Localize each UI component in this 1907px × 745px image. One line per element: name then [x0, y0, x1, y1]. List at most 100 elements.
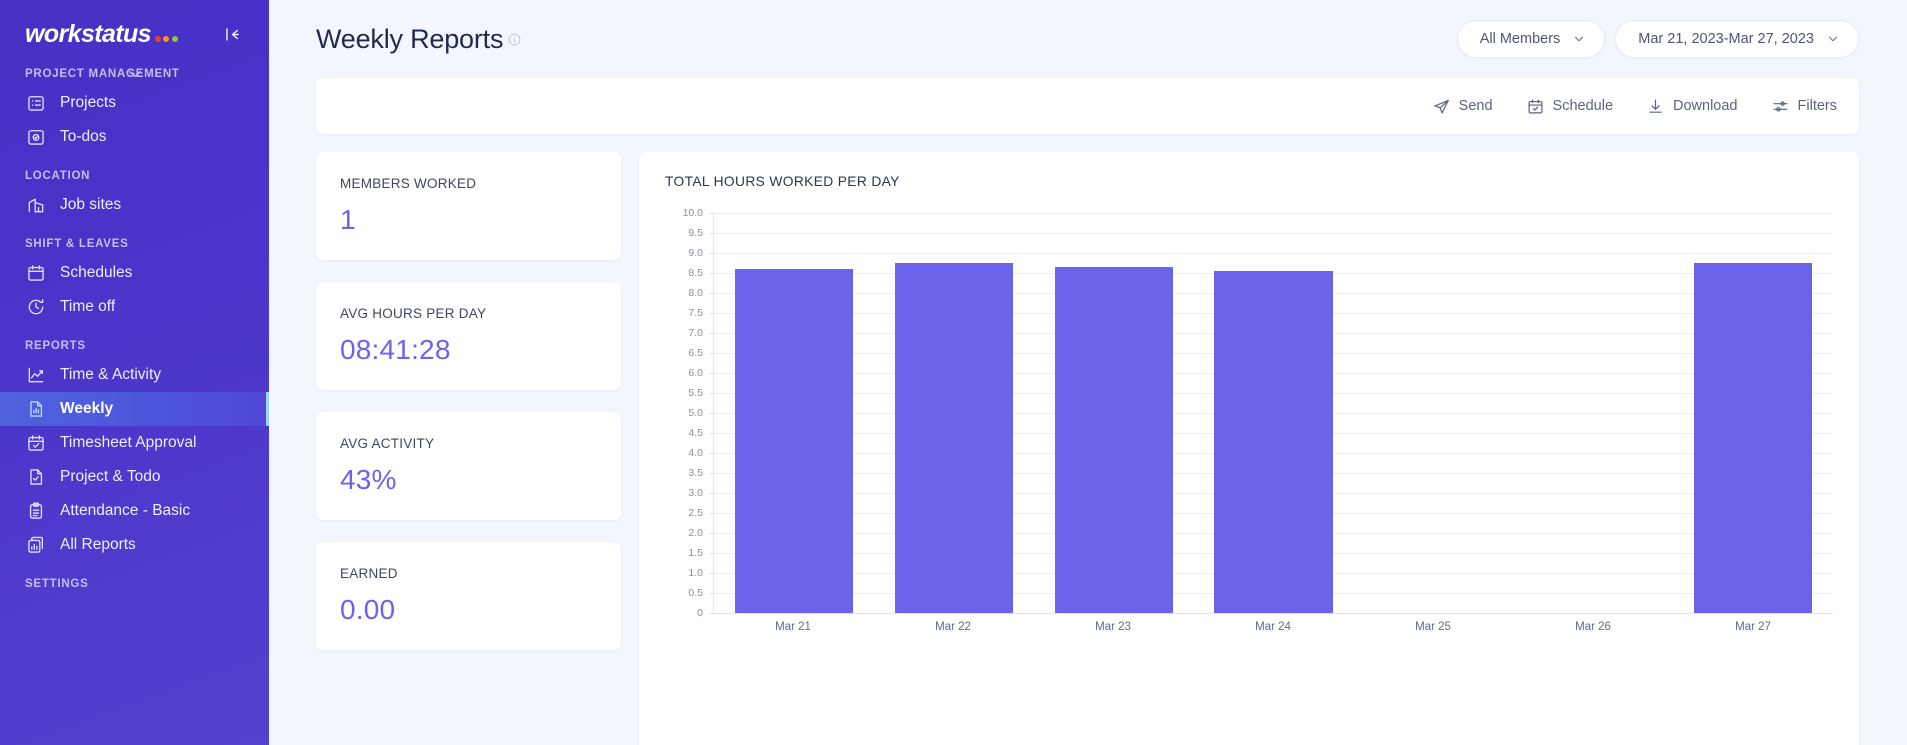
chart-y-tick-label: 4.5: [688, 427, 703, 439]
bar-chart: 10.09.59.08.58.07.57.06.56.05.55.04.54.0…: [665, 213, 1833, 613]
chart-y-tick-label: 4.0: [688, 447, 703, 459]
sidebar-item-label: Attendance - Basic: [60, 502, 190, 520]
send-button[interactable]: Send: [1433, 98, 1493, 115]
collapse-left-icon[interactable]: [219, 21, 245, 47]
chart-x-tick-label: Mar 25: [1353, 621, 1513, 633]
brand-name: workstatus: [25, 20, 151, 49]
clipboard-icon: [25, 501, 46, 522]
sidebar: workstatus PROJECT MANAGEMENT Projects To-…: [0, 0, 269, 745]
send-label: Send: [1459, 98, 1493, 114]
sidebar-section-title: REPORTS: [0, 340, 269, 352]
chart-bar[interactable]: [1055, 267, 1173, 613]
sidebar-item-label: Time & Activity: [60, 366, 161, 384]
reports-stack-icon: [25, 535, 46, 556]
chart-bar-band: [1513, 213, 1673, 613]
chart-x-tick-label: Mar 22: [873, 621, 1033, 633]
sidebar-section-title: SHIFT & LEAVES: [0, 238, 269, 250]
chart-x-tick-label: Mar 27: [1673, 621, 1833, 633]
sidebar-nav: PROJECT MANAGEMENT Projects To-dos LOCATION…: [0, 68, 269, 745]
report-body: MEMBERS WORKED 1 AVG HOURS PER DAY08:41:28…: [269, 134, 1907, 745]
projects-icon: [25, 93, 46, 114]
info-circle-icon[interactable]: [508, 33, 521, 51]
chart-bar[interactable]: [1214, 271, 1332, 613]
sidebar-group: LOCATIONJob sites: [0, 170, 269, 222]
chart-bar[interactable]: [895, 263, 1013, 613]
sidebar-group: REPORTS Time & Activity Weekly Timesheet Ap…: [0, 340, 269, 562]
sidebar-item-label: Project & Todo: [60, 468, 161, 486]
chart-y-tick-label: 9.0: [688, 247, 703, 259]
chart-x-axis: Mar 21Mar 22Mar 23Mar 24Mar 25Mar 26Mar …: [713, 621, 1833, 633]
chart-y-tick-label: 1.0: [688, 567, 703, 579]
sidebar-item-label: All Reports: [60, 536, 136, 554]
sidebar-group: PROJECT MANAGEMENT Projects To-dos: [0, 68, 269, 154]
chart-y-tick-label: 0.5: [688, 587, 703, 599]
members-filter-dropdown[interactable]: All Members: [1457, 20, 1606, 58]
chart-gridline: [714, 613, 1833, 614]
hours-chart-card: TOTAL HOURS WORKED PER DAY 10.0 9.5 9.0 8.5…: [639, 152, 1859, 745]
line-chart-icon: [25, 365, 46, 386]
chart-y-tick-label: 8.5: [688, 267, 703, 279]
bar-chart-doc-icon: [25, 399, 46, 420]
sidebar-item-schedules[interactable]: Schedules: [0, 256, 269, 290]
sidebar-item-projects[interactable]: Projects: [0, 86, 269, 120]
sidebar-item-job-sites[interactable]: Job sites: [0, 188, 269, 222]
filters-button[interactable]: Filters: [1772, 98, 1837, 115]
sidebar-item-timesheet-approval[interactable]: Timesheet Approval: [0, 426, 269, 460]
chart-y-tick-label: 7.5: [688, 307, 703, 319]
chart-bar[interactable]: [1694, 263, 1812, 613]
chevron-down-icon: [1572, 32, 1586, 46]
stat-value: 1: [340, 204, 597, 236]
sidebar-item-label: Weekly: [60, 400, 113, 418]
todos-icon: [25, 127, 46, 148]
sidebar-item-weekly[interactable]: Weekly: [0, 392, 269, 426]
chart-title: TOTAL HOURS WORKED PER DAY: [665, 174, 1833, 189]
schedule-calendar-icon: [1527, 98, 1544, 115]
chart-y-axis: 10.09.59.08.58.07.57.06.56.05.55.04.54.0…: [665, 213, 709, 613]
chart-bar-band: [714, 213, 874, 613]
sidebar-group: SETTINGS: [0, 578, 269, 590]
chart-y-tick-label: 6.5: [688, 347, 703, 359]
chart-x-tick-label: Mar 23: [1033, 621, 1193, 633]
chart-y-tick-label: 6.0: [688, 367, 703, 379]
chart-y-tick-label: 9.5: [688, 227, 703, 239]
chart-y-tick-label: 10.0: [683, 207, 703, 219]
chart-y-tick-label: 5.0: [688, 407, 703, 419]
building-icon: [25, 195, 46, 216]
chart-bar[interactable]: [735, 269, 853, 613]
chart-y-tick-label: 3.5: [688, 467, 703, 479]
schedule-button[interactable]: Schedule: [1527, 98, 1613, 115]
chart-x-tick-label: Mar 21: [713, 621, 873, 633]
stat-label: MEMBERS WORKED: [340, 176, 597, 191]
date-range-dropdown[interactable]: Mar 21, 2023-Mar 27, 2023: [1615, 20, 1859, 58]
chevron-down-icon: [1826, 32, 1840, 46]
download-icon: [1647, 98, 1664, 115]
download-button[interactable]: Download: [1647, 98, 1738, 115]
chart-y-tick-label: 8.0: [688, 287, 703, 299]
chart-y-tick-label: 7.0: [688, 327, 703, 339]
sidebar-item-attendance-basic[interactable]: Attendance - Basic: [0, 494, 269, 528]
chart-y-tick-mark: [710, 613, 714, 614]
sidebar-item-label: Job sites: [60, 196, 121, 214]
sidebar-item-all-reports[interactable]: All Reports: [0, 528, 269, 562]
chart-x-tick-label: Mar 24: [1193, 621, 1353, 633]
sidebar-header: workstatus: [0, 0, 269, 68]
sidebar-item-time-activity[interactable]: Time & Activity: [0, 358, 269, 392]
chart-y-tick-label: 3.0: [688, 487, 703, 499]
report-toolbar: Send Schedule Download: [316, 78, 1859, 134]
sidebar-item-time-off[interactable]: Time off: [0, 290, 269, 324]
chart-bar-band: [1353, 213, 1513, 613]
chart-y-tick-label: 0: [697, 607, 703, 619]
sidebar-item-label: Time off: [60, 298, 115, 316]
sidebar-item-project-todo[interactable]: Project & Todo: [0, 460, 269, 494]
chart-x-tick-label: Mar 26: [1513, 621, 1673, 633]
sidebar-item-label: Projects: [60, 94, 116, 112]
brand-logo[interactable]: workstatus: [25, 20, 178, 49]
schedule-label: Schedule: [1553, 98, 1613, 114]
brand-dots-icon: [155, 36, 178, 45]
sidebar-item-label: Timesheet Approval: [60, 434, 196, 452]
stat-card: AVG HOURS PER DAY08:41:28: [316, 282, 621, 390]
app-root: workstatus PROJECT MANAGEMENT Projects To-…: [0, 0, 1907, 745]
sidebar-item-to-dos[interactable]: To-dos: [0, 120, 269, 154]
sidebar-item-label: Schedules: [60, 264, 132, 282]
sidebar-section-title: PROJECT MANAGEMENT: [0, 68, 269, 80]
